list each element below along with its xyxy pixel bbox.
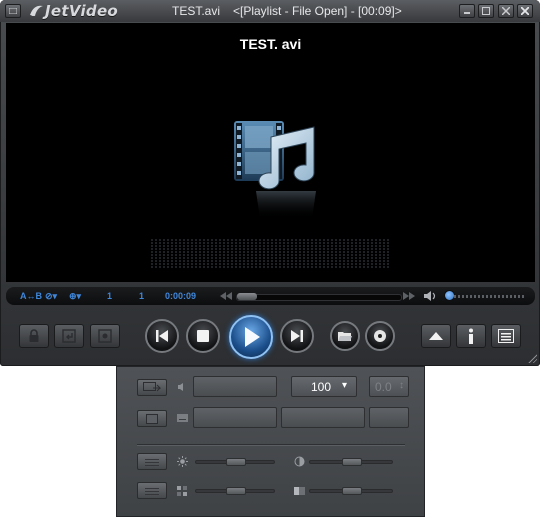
app-logo: JetVideo (28, 2, 118, 20)
stop-icon (197, 330, 209, 342)
subtitle-toggle[interactable]: ⊘▾ (45, 291, 57, 302)
rewind-icon[interactable] (220, 292, 232, 300)
audio-speaker-icon (178, 383, 183, 391)
saturation-handle[interactable] (226, 487, 246, 495)
chevron-down-icon: ▾ (341, 380, 347, 391)
subtitle-icon (177, 414, 188, 422)
seek-handle[interactable] (237, 293, 257, 300)
audio-visualizer (151, 239, 391, 269)
brightness-slider[interactable] (195, 458, 275, 466)
info-button[interactable] (456, 324, 486, 348)
control-panel-toggle-button[interactable] (421, 324, 451, 348)
hue-icon (294, 487, 305, 495)
lines-icon (145, 458, 159, 466)
aspect-ratio-icon (143, 382, 161, 392)
film-music-note-icon (234, 121, 316, 219)
fullscreen-icon (502, 7, 510, 15)
hue-handle[interactable] (342, 487, 362, 495)
audio-toggle[interactable]: ⊕▾ (69, 291, 81, 302)
speed-value: 0.0 (375, 380, 392, 394)
hue-slider[interactable] (309, 487, 393, 495)
seek-bar[interactable] (236, 293, 402, 301)
subtitle-sync-field[interactable] (369, 407, 409, 428)
brightness-sun-icon (177, 456, 188, 467)
subtitle-font-field[interactable] (281, 407, 365, 428)
disc-icon (374, 330, 386, 342)
status-bar: A↔B ⊘▾ ⊕▾ 1 1 0:00:09 (6, 287, 535, 305)
aspect-ratio-button[interactable] (137, 379, 167, 396)
resize-grip[interactable] (527, 353, 537, 363)
saturation-icon (177, 486, 187, 496)
control-panel: 100 ▾ 0.0 ↕ (116, 366, 425, 517)
audio-device-field[interactable] (193, 376, 277, 397)
osd-title: TEST. avi (239, 36, 302, 52)
window-file-name: TEST.avi (172, 4, 221, 18)
window-status-text: <[Playlist - File Open] - [00:09]> (233, 4, 402, 18)
player-window: JetVideo TEST.avi <[Playlist - File Open… (0, 0, 540, 366)
lock-icon (29, 329, 39, 342)
next-icon (291, 330, 303, 342)
elapsed-time: 0:00:09 (165, 291, 197, 301)
saturation-slider[interactable] (195, 487, 275, 495)
previous-button[interactable] (145, 319, 179, 353)
video-display[interactable]: TEST. avi (6, 23, 535, 282)
playlist-count: 1 (139, 291, 145, 301)
record-icon (98, 329, 112, 343)
maximize-icon (482, 7, 490, 15)
play-icon (245, 327, 260, 347)
brightness-reset-button[interactable] (137, 453, 167, 470)
title-bar[interactable]: JetVideo TEST.avi <[Playlist - File Open… (0, 0, 540, 22)
open-folder-icon (338, 332, 352, 341)
brand-name: JetVideo (45, 2, 119, 20)
volume-speaker-icon[interactable] (423, 290, 437, 302)
lock-button[interactable] (19, 324, 49, 348)
subtitle-button[interactable] (137, 410, 167, 427)
previous-icon (156, 330, 168, 342)
playlist-button[interactable] (491, 324, 521, 348)
stop-button[interactable] (186, 319, 220, 353)
lines-icon (145, 487, 159, 495)
subtitle-file-field[interactable] (193, 407, 277, 428)
volume-slider[interactable] (454, 295, 526, 298)
zoom-value: 100 (311, 380, 332, 394)
contrast-handle[interactable] (342, 458, 362, 466)
speed-spinner[interactable]: 0.0 ↕ (369, 376, 409, 397)
fullscreen-button[interactable] (498, 4, 514, 18)
close-button[interactable] (517, 4, 533, 18)
spinner-arrows-icon[interactable]: ↕ (399, 380, 404, 391)
jetvideo-logo-icon (30, 5, 43, 16)
next-button[interactable] (280, 319, 314, 353)
track-number: 1 (107, 291, 113, 301)
minimize-icon (464, 12, 470, 14)
info-icon (469, 328, 473, 344)
zoom-dropdown[interactable]: 100 ▾ (291, 376, 357, 397)
record-button[interactable] (90, 324, 120, 348)
contrast-icon (294, 456, 305, 467)
maximize-button[interactable] (478, 4, 494, 18)
close-icon (521, 7, 529, 15)
color-reset-button[interactable] (137, 482, 167, 499)
play-button[interactable] (229, 315, 273, 359)
ab-repeat-button[interactable]: A↔B (20, 291, 42, 301)
screen-icon (146, 413, 158, 424)
open-disc-button[interactable] (365, 321, 395, 351)
panel-divider (137, 444, 405, 446)
return-button[interactable] (54, 324, 84, 348)
eject-icon (429, 332, 443, 340)
menu-icon (498, 329, 514, 343)
fast-forward-icon[interactable] (403, 292, 415, 300)
minimize-button[interactable] (459, 4, 475, 18)
open-file-button[interactable] (330, 321, 360, 351)
return-icon (62, 329, 76, 343)
system-menu-button[interactable] (5, 4, 21, 18)
brightness-handle[interactable] (226, 458, 246, 466)
contrast-slider[interactable] (309, 458, 393, 466)
system-menu-icon (9, 8, 17, 14)
